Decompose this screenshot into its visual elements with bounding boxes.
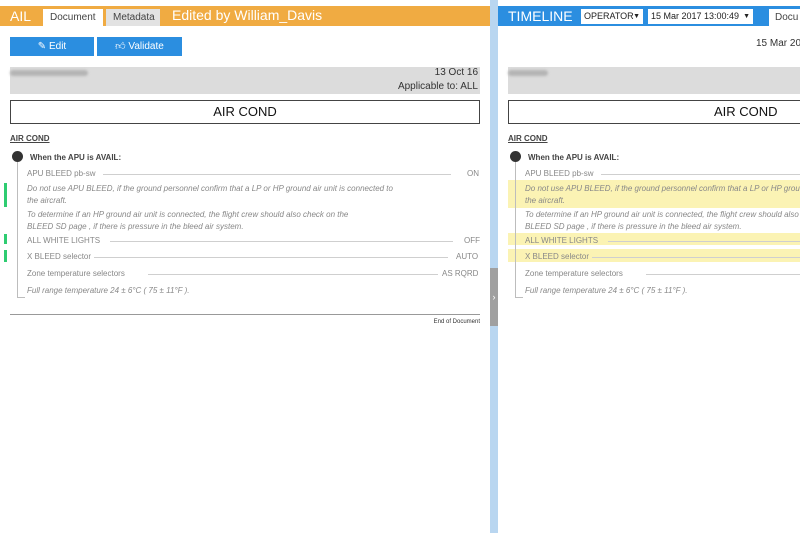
- procedure-bullet-icon: [12, 151, 23, 162]
- note-line: the aircraft.: [525, 196, 566, 205]
- leader-dots: [94, 257, 448, 258]
- revision-date-value: 15 Mar 2017 13:00:49: [651, 11, 740, 21]
- revision-date-select[interactable]: 15 Mar 2017 13:00:49 ▼: [648, 9, 753, 24]
- leader-dots: [110, 241, 453, 242]
- leader-dots: [646, 274, 800, 275]
- validate-button[interactable]: 👍︎ Validate: [97, 37, 182, 56]
- item-label: Zone temperature selectors: [525, 269, 623, 278]
- item-value: OFF: [464, 236, 480, 245]
- item-label: X BLEED selector: [27, 252, 92, 261]
- note-line: Do not use APU BLEED, if the ground pers…: [525, 184, 800, 193]
- document-header: AIL Document Metadata Edited by William_…: [0, 6, 490, 26]
- item-label: Zone temperature selectors: [27, 269, 125, 278]
- operator-select-value: OPERATOR: [584, 11, 634, 21]
- condition-label: When the APU is AVAIL:: [30, 153, 122, 162]
- document-meta-bar: 13 Oct 16 Applicable to: ALL: [10, 67, 480, 94]
- content-heading: AIR COND: [508, 134, 548, 143]
- caret-down-icon: ▼: [633, 13, 640, 20]
- pane-title: AIL: [10, 8, 32, 24]
- app-root: AIL Document Metadata Edited by William_…: [0, 0, 800, 533]
- procedure-bullet-icon: [510, 151, 521, 162]
- procedure-guide-end: [17, 297, 25, 298]
- operator-select[interactable]: OPERATOR ▼: [581, 9, 643, 24]
- item-label: APU BLEED pb-sw: [27, 169, 96, 178]
- item-value: AUTO: [456, 252, 479, 261]
- note-line: the aircraft.: [27, 196, 68, 205]
- timeline-section-title: AIR COND: [508, 100, 800, 124]
- edit-button-label: Edit: [48, 41, 67, 52]
- procedure-guide-line: [515, 162, 516, 297]
- note-line: BLEED SD page , if there is pressure in …: [27, 222, 244, 231]
- redacted-text: [10, 70, 88, 76]
- timeline-meta-bar: [508, 67, 800, 94]
- note-line: BLEED SD page , if there is pressure in …: [525, 222, 742, 231]
- note-line: Full range temperature 24 ± 6°C ( 75 ± 1…: [525, 286, 688, 295]
- note-line: To determine if an HP ground air unit is…: [27, 210, 349, 219]
- end-divider: [10, 314, 480, 315]
- timeline-date: 15 Mar 20: [756, 38, 800, 49]
- note-line: Do not use APU BLEED, if the ground pers…: [27, 184, 393, 193]
- item-label: ALL WHITE LIGHTS: [525, 236, 599, 245]
- edited-by-label: Edited by William_Davis: [172, 7, 323, 23]
- redacted-text: [508, 70, 548, 76]
- procedure-guide-line: [17, 162, 18, 297]
- condition-label: When the APU is AVAIL:: [528, 153, 620, 162]
- item-value: ON: [467, 169, 479, 178]
- item-label: ALL WHITE LIGHTS: [27, 236, 101, 245]
- document-date: 13 Oct 16: [434, 67, 478, 78]
- validate-button-label: Validate: [128, 41, 164, 52]
- change-bar: [4, 183, 7, 207]
- tab-metadata[interactable]: Metadata: [106, 9, 160, 26]
- timeline-header: TIMELINE OPERATOR ▼ 15 Mar 2017 13:00:49…: [498, 6, 800, 26]
- chevron-right-icon: ›: [492, 292, 496, 302]
- item-label: APU BLEED pb-sw: [525, 169, 594, 178]
- timeline-pane: TIMELINE OPERATOR ▼ 15 Mar 2017 13:00:49…: [498, 0, 800, 533]
- note-line: To determine if an HP ground air unit is…: [525, 210, 799, 219]
- document-pane: AIL Document Metadata Edited by William_…: [0, 0, 490, 533]
- leader-dots: [592, 257, 800, 258]
- pane-splitter[interactable]: [490, 0, 498, 533]
- thumbs-up-icon: 👍︎: [115, 41, 126, 52]
- change-bar: [4, 234, 7, 244]
- section-title: AIR COND: [10, 100, 480, 124]
- tab-document[interactable]: Docu: [769, 9, 800, 26]
- note-line: Full range temperature 24 ± 6°C ( 75 ± 1…: [27, 286, 190, 295]
- leader-dots: [608, 241, 800, 242]
- change-bar: [4, 250, 7, 262]
- end-of-document-label: End of Document: [433, 319, 480, 325]
- pencil-icon: ✎: [37, 41, 47, 52]
- applicability: Applicable to: ALL: [397, 81, 478, 92]
- edit-button[interactable]: ✎ Edit: [10, 37, 94, 56]
- item-label: X BLEED selector: [525, 252, 590, 261]
- caret-down-icon: ▼: [743, 13, 750, 20]
- content-heading: AIR COND: [10, 134, 50, 143]
- timeline-title: TIMELINE: [508, 8, 573, 24]
- collapse-handle[interactable]: ›: [490, 268, 498, 326]
- leader-dots: [601, 174, 800, 175]
- leader-dots: [103, 174, 451, 175]
- leader-dots: [148, 274, 438, 275]
- tab-document[interactable]: Document: [43, 9, 103, 26]
- procedure-guide-end: [515, 297, 523, 298]
- item-value: AS RQRD: [442, 269, 479, 278]
